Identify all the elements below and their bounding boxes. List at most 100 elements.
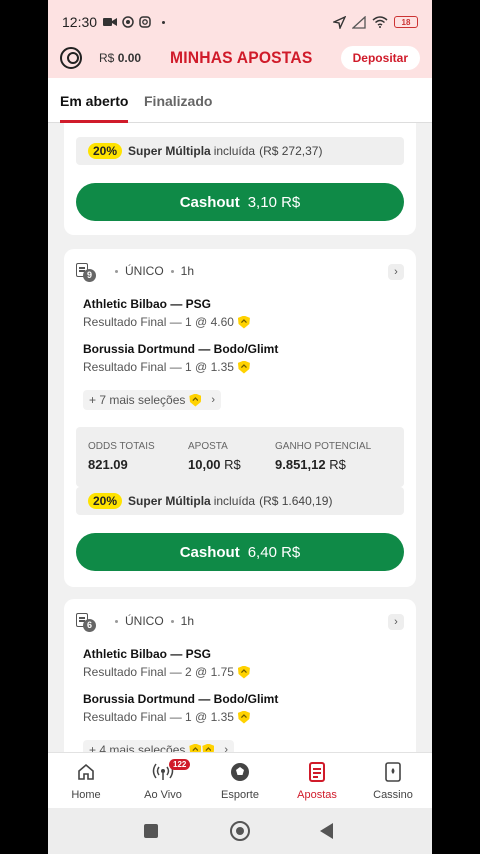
bet-age: 1h	[180, 264, 195, 278]
selection-item: Borussia Dortmund — Bodo/Glimt Resultado…	[83, 692, 278, 724]
cashout-value: 3,10 R$	[247, 193, 301, 211]
more-selections-button[interactable]: + 4 mais seleções ›	[83, 740, 235, 752]
promo-percent: 20%	[88, 143, 123, 159]
nav-casino[interactable]: Cassino	[355, 761, 431, 801]
bet-card: 9 ÚNICO 1h › Athletic Bilbao — PSG Resul…	[64, 249, 416, 587]
stake-label: APOSTA	[188, 441, 228, 452]
promo-percent: 20%	[88, 493, 123, 509]
balance-currency: R$	[99, 51, 115, 65]
camera-icon	[103, 18, 118, 26]
cards-icon	[385, 762, 401, 782]
selection-market: Resultado Final — 2 @ 1.75	[83, 665, 234, 679]
cashout-button[interactable]: Cashout 3,10 R$	[76, 183, 404, 221]
potential-win-value: 9.851,12	[275, 457, 326, 472]
bet-header: 6 ÚNICO 1h	[76, 613, 194, 632]
selection-count: 9	[83, 269, 96, 282]
promo-included: incluída	[213, 494, 256, 508]
nav-label: Home	[71, 789, 101, 801]
selection-market: Resultado Final — 1 @ 1.35	[83, 360, 234, 374]
bottom-nav: Home 122 Ao Vivo Esporte Apostas Cassino	[48, 752, 432, 808]
nav-home[interactable]: Home	[48, 761, 124, 801]
soccer-ball-icon	[231, 763, 249, 781]
back-icon[interactable]	[320, 823, 333, 839]
promo-banner: 20% Super Múltipla incluída (R$ 272,37)	[76, 137, 404, 165]
more-notifications-dot	[162, 20, 166, 24]
home-icon	[78, 763, 94, 780]
balance-amount: 0.00	[117, 51, 142, 65]
odds-value: 821.09	[88, 457, 128, 472]
tab-open[interactable]: Em aberto	[60, 93, 128, 109]
bet-type: ÚNICO	[125, 614, 164, 628]
location-icon	[333, 15, 346, 29]
deposit-button[interactable]: Depositar	[340, 46, 420, 70]
bet-card: 6 ÚNICO 1h › Athletic Bilbao — PSG Resul…	[64, 599, 416, 752]
shield-icon	[189, 743, 202, 752]
live-count-badge: 122	[169, 759, 191, 770]
chevron-right-icon: ›	[224, 744, 229, 752]
cashout-value: 6,40 R$	[247, 543, 301, 561]
chevron-right-icon[interactable]: ›	[388, 264, 404, 280]
selection-match: Borussia Dortmund — Bodo/Glimt	[83, 342, 279, 356]
nav-bets[interactable]: Apostas	[279, 761, 355, 801]
selection-match: Athletic Bilbao — PSG	[83, 647, 212, 661]
stake-value: 10,00	[188, 457, 221, 472]
bets-list[interactable]: 20% Super Múltipla incluída (R$ 272,37) …	[48, 123, 432, 752]
bet-stats: ODDS TOTAIS 821.09 APOSTA 10,00 R$ GANHO…	[76, 427, 404, 487]
bet-tabs: Em aberto Finalizado	[48, 78, 432, 123]
potential-win-currency: R$	[329, 457, 346, 472]
shield-icon	[189, 393, 202, 407]
account-icon[interactable]	[60, 47, 82, 69]
top-bar: R$ 0.00 MINHAS APOSTAS Depositar	[48, 38, 432, 78]
signal-icon	[352, 15, 366, 29]
promo-value: (R$ 1.640,19)	[259, 494, 333, 508]
cashout-button[interactable]: Cashout 6,40 R$	[76, 533, 404, 571]
promo-name: Super Múltipla	[128, 494, 211, 508]
chevron-right-icon[interactable]: ›	[388, 614, 404, 630]
battery-icon: 18	[394, 16, 418, 28]
stake: APOSTA 10,00 R$	[188, 441, 241, 472]
nav-label: Esporte	[221, 789, 259, 801]
stake-currency: R$	[224, 457, 241, 472]
odds-total: ODDS TOTAIS 821.09	[88, 441, 155, 472]
chevron-right-icon: ›	[211, 394, 216, 406]
tab-finished[interactable]: Finalizado	[144, 93, 212, 109]
wifi-icon	[372, 16, 388, 28]
selection-count: 6	[83, 619, 96, 632]
balance: R$ 0.00	[99, 51, 141, 65]
selection-item: Athletic Bilbao — PSG Resultado Final — …	[83, 647, 250, 679]
selection-market: Resultado Final — 1 @ 4.60	[83, 315, 234, 329]
selection-market: Resultado Final — 1 @ 1.35	[83, 710, 234, 724]
home-button-icon[interactable]	[230, 821, 250, 841]
status-time: 12:30	[62, 14, 98, 30]
ticket-icon: 6	[76, 613, 96, 632]
bet-header: 9 ÚNICO 1h	[76, 263, 195, 282]
bet-card: 20% Super Múltipla incluída (R$ 272,37) …	[64, 123, 416, 235]
ticket-icon: 9	[76, 263, 96, 282]
more-selections-button[interactable]: + 7 mais seleções ›	[83, 390, 222, 410]
promo-value: (R$ 272,37)	[259, 144, 323, 158]
potential-win: GANHO POTENCIAL 9.851,12 R$	[275, 441, 371, 472]
selection-match: Athletic Bilbao — PSG	[83, 297, 212, 311]
more-selections-label: + 4 mais seleções	[89, 743, 186, 752]
nav-sports[interactable]: Esporte	[202, 761, 278, 801]
app-notification-icon	[122, 16, 134, 28]
cashout-label: Cashout	[179, 193, 240, 211]
system-nav-bar	[48, 808, 432, 854]
more-selections-label: + 7 mais seleções	[89, 393, 186, 407]
nav-label: Ao Vivo	[144, 789, 182, 801]
shield-icon	[237, 665, 250, 679]
shield-icon	[237, 315, 250, 329]
nav-live[interactable]: 122 Ao Vivo	[125, 759, 201, 801]
bet-type: ÚNICO	[125, 264, 164, 278]
nav-label: Cassino	[373, 789, 413, 801]
selection-match: Borussia Dortmund — Bodo/Glimt	[83, 692, 279, 706]
shield-icon	[237, 710, 250, 724]
nav-label: Apostas	[297, 789, 337, 801]
selection-item: Athletic Bilbao — PSG Resultado Final — …	[83, 297, 250, 329]
selection-item: Borussia Dortmund — Bodo/Glimt Resultado…	[83, 342, 278, 374]
recent-apps-icon[interactable]	[144, 824, 158, 838]
potential-win-label: GANHO POTENCIAL	[275, 441, 372, 452]
bets-icon	[309, 762, 325, 782]
promo-banner: 20% Super Múltipla incluída (R$ 1.640,19…	[76, 487, 404, 515]
shield-icon	[202, 743, 215, 752]
